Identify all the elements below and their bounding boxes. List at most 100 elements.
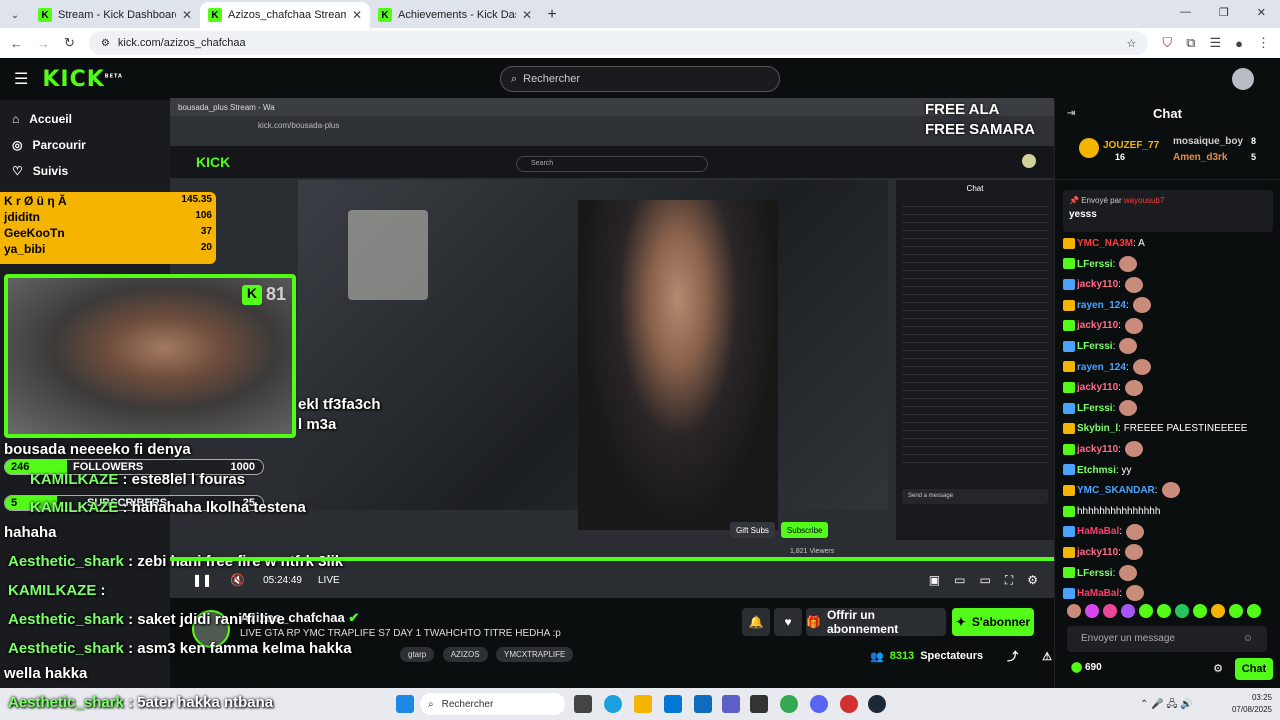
chat-username[interactable]: YMC_SKANDAR: [1077, 485, 1155, 496]
back-icon[interactable]: ←: [10, 36, 23, 51]
teams-icon[interactable]: [722, 695, 740, 713]
gifter-name[interactable]: Amen_d3rk: [1173, 152, 1227, 163]
sidebar-item-browse[interactable]: ◎ Parcourir: [0, 132, 170, 158]
menu-dots-icon[interactable]: ⋮: [1257, 35, 1270, 51]
emote-icon[interactable]: [1121, 604, 1135, 618]
browser-tab-stream[interactable]: K Azizos_chafchaa Stream - Watc ✕: [200, 2, 370, 28]
follow-heart-button[interactable]: ♥: [774, 608, 802, 636]
close-icon[interactable]: ✕: [522, 8, 532, 22]
close-window-icon[interactable]: ✕: [1257, 6, 1266, 19]
fullscreen-icon[interactable]: ⛶: [1005, 573, 1013, 588]
chat-username[interactable]: jacky110: [1077, 320, 1118, 331]
browser-tab-achievements[interactable]: K Achievements - Kick Dashboard ✕: [370, 2, 540, 28]
settings-gear-icon[interactable]: ⚙: [1027, 573, 1038, 587]
forward-icon[interactable]: →: [37, 36, 50, 51]
chat-username[interactable]: YMC_NA3M: [1077, 238, 1133, 249]
search-input[interactable]: ⌕ Rechercher: [500, 66, 780, 92]
reading-list-icon[interactable]: ☰: [1209, 35, 1221, 51]
emote-icon[interactable]: [1157, 604, 1171, 618]
task-view-icon[interactable]: [574, 695, 592, 713]
report-icon[interactable]: ⚠: [1042, 650, 1052, 663]
tab-list-icon[interactable]: ⌄: [0, 2, 30, 28]
close-icon[interactable]: ✕: [182, 8, 192, 22]
chat-username[interactable]: Skybin_l: [1077, 423, 1118, 434]
emote-icon[interactable]: [1175, 604, 1189, 618]
gifter-name[interactable]: JOUZEF_77: [1103, 140, 1159, 151]
file-explorer-icon[interactable]: [634, 695, 652, 713]
reload-icon[interactable]: ↻: [64, 35, 75, 51]
chat-username[interactable]: LFerssi: [1077, 568, 1113, 579]
sidebar-item-home[interactable]: ⌂ Accueil: [0, 106, 170, 132]
gift-icon: 🎁: [806, 615, 821, 629]
steam-icon[interactable]: [868, 695, 886, 713]
notification-bell-button[interactable]: 🔔: [742, 608, 770, 636]
emote-icon[interactable]: [1247, 604, 1261, 618]
edge-icon[interactable]: [604, 695, 622, 713]
minimize-icon[interactable]: —: [1180, 6, 1191, 19]
gift-subscription-button[interactable]: 🎁 Offrir un abonnement: [806, 608, 946, 636]
chat-username[interactable]: jacky110: [1077, 382, 1118, 393]
collapse-chat-icon[interactable]: ⇥: [1067, 108, 1075, 119]
outlook-icon[interactable]: [694, 695, 712, 713]
taskbar-clock[interactable]: 03:25 07/08/2025: [1232, 692, 1272, 716]
chat-username[interactable]: jacky110: [1077, 444, 1118, 455]
browser-tab-dashboard[interactable]: K Stream - Kick Dashboard ✕: [30, 2, 200, 28]
chat-send-button[interactable]: Chat: [1235, 658, 1273, 680]
chat-username[interactable]: LFerssi: [1077, 341, 1113, 352]
emote-icon[interactable]: [1085, 604, 1099, 618]
playback-progress[interactable]: [170, 557, 1054, 561]
emote-icon[interactable]: [1229, 604, 1243, 618]
video-player[interactable]: bousada_plus Stream - Wa kick.com/bousad…: [170, 98, 1054, 598]
sidebar-item-following[interactable]: ♡ Suivis: [0, 158, 170, 184]
pip-icon[interactable]: ▣: [929, 573, 940, 587]
gifter-name[interactable]: mosaique_boy: [1173, 136, 1243, 147]
clip-icon[interactable]: ▭: [954, 573, 965, 587]
emoji-icon[interactable]: ☺: [1243, 633, 1253, 644]
emote-icon[interactable]: [1211, 604, 1225, 618]
site-info-icon[interactable]: ⚙: [101, 38, 110, 49]
emote-icon[interactable]: [1067, 604, 1081, 618]
chat-username[interactable]: LFerssi: [1077, 259, 1113, 270]
chat-username[interactable]: Etchmsi: [1077, 465, 1116, 476]
profile-icon[interactable]: ●: [1235, 36, 1243, 51]
chat-username[interactable]: jacky110: [1077, 279, 1118, 290]
chat-input[interactable]: Envoyer un message ☺: [1067, 626, 1267, 652]
store-icon[interactable]: [664, 695, 682, 713]
emote-icon[interactable]: [1103, 604, 1117, 618]
chat-username[interactable]: HaMaBal: [1077, 526, 1119, 537]
shield-extension-icon[interactable]: ⛉: [1162, 35, 1172, 51]
emote-icon[interactable]: [1193, 604, 1207, 618]
windows-start-icon[interactable]: [396, 695, 414, 713]
extensions-icon[interactable]: ⧉: [1186, 35, 1195, 51]
chat-username[interactable]: LFerssi: [1077, 403, 1113, 414]
avatar[interactable]: [1232, 68, 1254, 90]
capcut-icon[interactable]: [750, 695, 768, 713]
mute-icon[interactable]: 🔇: [230, 573, 245, 587]
chrome-icon[interactable]: [780, 695, 798, 713]
emote-icon[interactable]: [1139, 604, 1153, 618]
pause-icon[interactable]: ❚❚: [192, 573, 212, 587]
bookmark-star-icon[interactable]: ☆: [1127, 37, 1137, 50]
taskbar-search[interactable]: ⌕ Rechercher: [420, 693, 565, 715]
chat-username[interactable]: HaMaBal: [1077, 588, 1119, 599]
new-tab-icon[interactable]: +: [540, 2, 564, 28]
share-icon[interactable]: ⤴: [1007, 648, 1018, 664]
kick-logo[interactable]: KICKBETA: [42, 67, 123, 92]
discord-icon[interactable]: [810, 695, 828, 713]
tag-chip[interactable]: YMCXTRAPLIFE: [496, 647, 574, 662]
chat-username[interactable]: rayen_124: [1077, 362, 1126, 373]
chat-username[interactable]: rayen_124: [1077, 300, 1126, 311]
system-tray-icons[interactable]: ⌃ 🎤 🖧 🔊: [1140, 697, 1193, 714]
theater-icon[interactable]: ▭: [979, 573, 990, 587]
restore-icon[interactable]: ❐: [1219, 6, 1229, 19]
points-display[interactable]: ⬤ 690: [1071, 662, 1102, 673]
chat-settings-gear-icon[interactable]: ⚙: [1213, 662, 1223, 675]
subscribe-button[interactable]: ✦ S'abonner: [952, 608, 1034, 636]
tag-chip[interactable]: gtarp: [400, 647, 435, 662]
hamburger-menu-icon[interactable]: ☰: [14, 69, 28, 89]
url-field[interactable]: ⚙ kick.com/azizos_chafchaa ☆: [88, 31, 1149, 55]
chat-username[interactable]: jacky110: [1077, 547, 1118, 558]
close-icon[interactable]: ✕: [352, 8, 362, 22]
tag-chip[interactable]: AZIZOS: [442, 647, 488, 662]
obs-icon[interactable]: [840, 695, 858, 713]
